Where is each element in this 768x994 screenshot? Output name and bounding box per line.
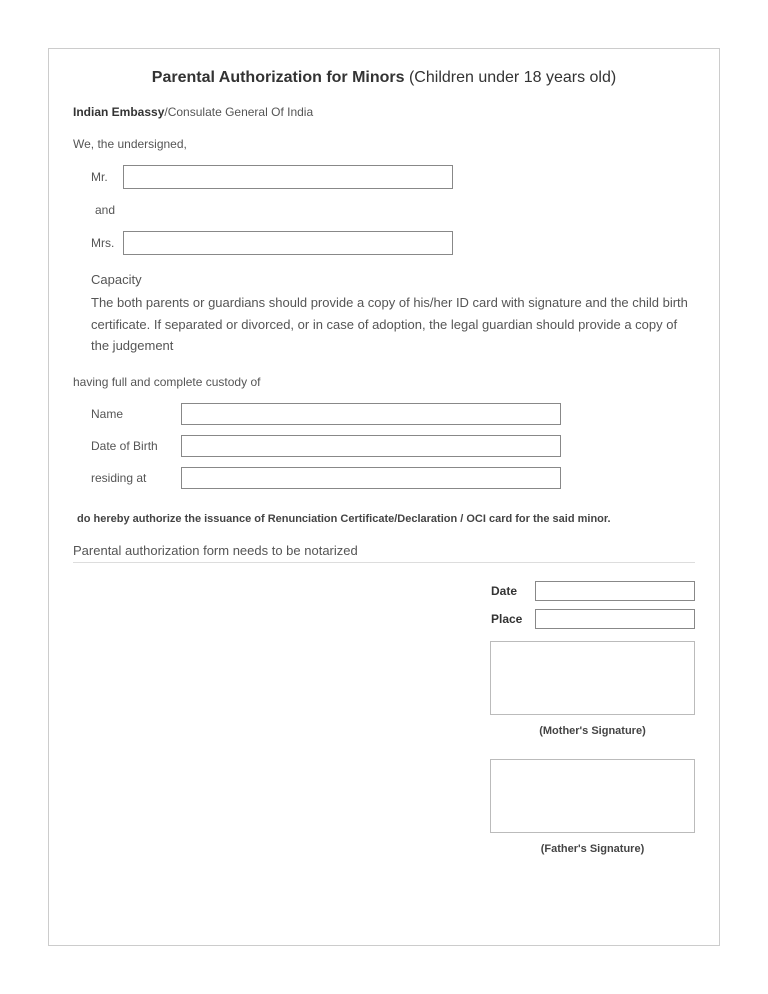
child-name-input[interactable]: [181, 403, 561, 425]
date-label: Date: [491, 584, 535, 598]
capacity-text: The both parents or guardians should pro…: [91, 295, 688, 353]
custody-line: having full and complete custody of: [73, 375, 695, 389]
form-container: Parental Authorization for Minors (Child…: [48, 48, 720, 946]
embassy-line: Indian Embassy/Consulate General Of Indi…: [73, 105, 695, 119]
father-signature-caption: (Father's Signature): [490, 843, 695, 855]
child-dob-row: Date of Birth: [91, 435, 695, 457]
child-residing-row: residing at: [91, 467, 695, 489]
mrs-input[interactable]: [123, 231, 453, 255]
mrs-label: Mrs.: [91, 236, 123, 250]
mr-row: Mr.: [91, 165, 695, 189]
mrs-row: Mrs.: [91, 231, 695, 255]
mr-input[interactable]: [123, 165, 453, 189]
signature-block: Date Place (Mother's Signature) (Father'…: [73, 581, 695, 873]
title-rest: (Children under 18 years old): [405, 69, 617, 86]
and-label: and: [95, 203, 695, 217]
mother-signature-caption: (Mother's Signature): [490, 725, 695, 737]
child-residing-label: residing at: [91, 471, 181, 485]
title-bold: Parental Authorization for Minors: [152, 69, 405, 86]
capacity-label: Capacity: [91, 269, 695, 290]
mr-label: Mr.: [91, 170, 123, 184]
place-input[interactable]: [535, 609, 695, 629]
place-row: Place: [491, 609, 695, 629]
authorize-line: do hereby authorize the issuance of Renu…: [77, 513, 695, 525]
child-dob-label: Date of Birth: [91, 439, 181, 453]
date-input[interactable]: [535, 581, 695, 601]
child-residing-input[interactable]: [181, 467, 561, 489]
child-name-row: Name: [91, 403, 695, 425]
child-name-label: Name: [91, 407, 181, 421]
undersigned-text: We, the undersigned,: [73, 137, 695, 151]
date-row: Date: [491, 581, 695, 601]
place-label: Place: [491, 612, 535, 626]
father-signature-box[interactable]: [490, 759, 695, 833]
child-block: Name Date of Birth residing at: [91, 403, 695, 489]
capacity-block: Capacity The both parents or guardians s…: [91, 269, 695, 357]
mother-signature-box[interactable]: [490, 641, 695, 715]
form-title: Parental Authorization for Minors (Child…: [73, 69, 695, 87]
divider: [73, 562, 695, 563]
embassy-bold: Indian Embassy: [73, 105, 164, 119]
child-dob-input[interactable]: [181, 435, 561, 457]
embassy-rest: /Consulate General Of India: [164, 105, 313, 119]
parents-block: Mr. and Mrs. Capacity The both parents o…: [91, 165, 695, 357]
notarized-line: Parental authorization form needs to be …: [73, 543, 695, 558]
